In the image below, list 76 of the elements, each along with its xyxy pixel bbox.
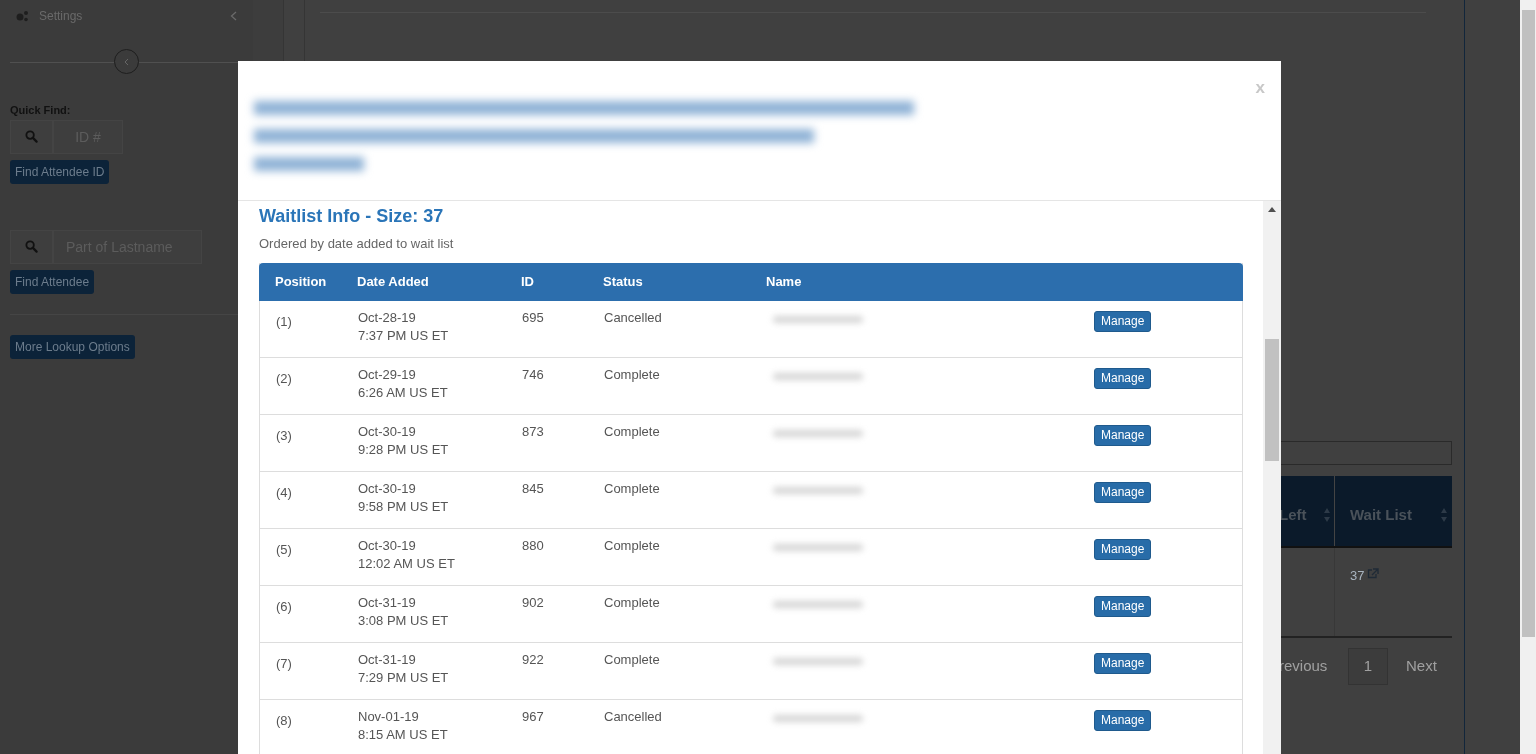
position-cell: (1) <box>276 313 292 329</box>
time-cell-text: 6:26 AM US ET <box>358 383 449 402</box>
status-cell: Cancelled <box>604 309 662 325</box>
find-attendee-id-button[interactable]: Find Attendee ID <box>10 159 110 184</box>
column-header: ID <box>521 273 534 289</box>
position-cell: (8) <box>276 712 292 728</box>
date-cell-text: Oct-30-19 <box>358 479 417 498</box>
more-lookup-options-button[interactable]: More Lookup Options <box>10 334 135 359</box>
id-cell: 967 <box>522 708 544 724</box>
scroll-up-arrow-icon[interactable] <box>1268 207 1276 212</box>
table-filter-field[interactable] <box>1279 441 1452 465</box>
position-cell: (7) <box>276 655 292 671</box>
column-header: Name <box>766 273 802 289</box>
gears-icon <box>15 10 29 22</box>
waitlist-heading: Waitlist Info - Size: 37 <box>259 205 445 228</box>
id-cell: 902 <box>522 594 544 610</box>
id-cell: 746 <box>522 366 544 382</box>
modal-scrollbar-thumb[interactable] <box>1265 339 1279 461</box>
search-icon <box>25 130 38 143</box>
chevron-left-icon <box>124 57 129 66</box>
status-cell: Complete <box>604 537 660 553</box>
date-cell-text: Oct-30-19 <box>358 422 417 441</box>
waitlist-subtitle: Ordered by date added to wait list <box>259 235 455 253</box>
manage-button[interactable]: Manage <box>1094 709 1152 731</box>
time-cell-text: 12:02 AM US ET <box>358 554 456 573</box>
date-cell-text: Nov-01-19 <box>358 707 420 726</box>
manage-button[interactable]: Manage <box>1094 367 1152 389</box>
id-cell: 845 <box>522 480 544 496</box>
time-cell-text: 3:08 PM US ET <box>358 611 450 630</box>
id-cell: 695 <box>522 309 544 325</box>
next-page-link[interactable]: Next <box>1406 654 1437 678</box>
date-cell-text: Oct-29-19 <box>358 365 417 384</box>
manage-button[interactable]: Manage <box>1094 538 1152 560</box>
position-cell: (6) <box>276 598 292 614</box>
date-cell-text: Oct-31-19 <box>358 650 417 669</box>
page-scrollbar-thumb[interactable] <box>1522 10 1535 637</box>
status-cell: Cancelled <box>604 708 662 724</box>
find-attendee-button[interactable]: Find Attendee <box>10 269 95 294</box>
column-header: Status <box>603 273 643 289</box>
time-cell-text: 7:37 PM US ET <box>358 326 450 345</box>
position-cell: (3) <box>276 427 292 443</box>
position-cell: (2) <box>276 370 292 386</box>
time-cell-text: 7:29 PM US ET <box>358 668 450 687</box>
date-cell-text: Oct-28-19 <box>358 308 417 327</box>
manage-button[interactable]: Manage <box>1094 652 1152 674</box>
manage-button[interactable]: Manage <box>1094 310 1152 332</box>
status-cell: Complete <box>604 366 660 382</box>
manage-button[interactable]: Manage <box>1094 481 1152 503</box>
status-cell: Complete <box>604 480 660 496</box>
search-button[interactable] <box>10 229 53 264</box>
manage-button[interactable]: Manage <box>1094 424 1152 446</box>
sort-icon[interactable] <box>1440 507 1448 523</box>
page-link[interactable]: 1 <box>1348 647 1388 685</box>
date-cell-text: Oct-30-19 <box>358 536 417 555</box>
id-cell: 880 <box>522 537 544 553</box>
search-icon <box>25 240 38 253</box>
external-link-icon <box>1367 568 1380 579</box>
collapse-sidebar-button[interactable] <box>114 49 139 74</box>
status-cell: Complete <box>604 423 660 439</box>
collapse-chevron-icon[interactable] <box>230 11 237 21</box>
date-cell-text: Oct-31-19 <box>358 593 417 612</box>
status-cell: Complete <box>604 594 660 610</box>
sort-icon[interactable] <box>1323 507 1331 523</box>
time-cell-text: 9:58 PM US ET <box>358 497 450 516</box>
manage-button[interactable]: Manage <box>1094 595 1152 617</box>
search-button[interactable] <box>10 119 53 154</box>
position-cell: (5) <box>276 541 292 557</box>
position-cell: (4) <box>276 484 292 500</box>
wait-list-link[interactable]: 37 <box>1350 566 1365 586</box>
time-cell-text: 8:15 AM US ET <box>358 725 449 744</box>
id-cell: 922 <box>522 651 544 667</box>
time-cell-text: 9:28 PM US ET <box>358 440 450 459</box>
column-header: Date Added <box>357 273 429 289</box>
column-header: Position <box>275 273 327 289</box>
status-cell: Complete <box>604 651 660 667</box>
id-cell: 873 <box>522 423 544 439</box>
